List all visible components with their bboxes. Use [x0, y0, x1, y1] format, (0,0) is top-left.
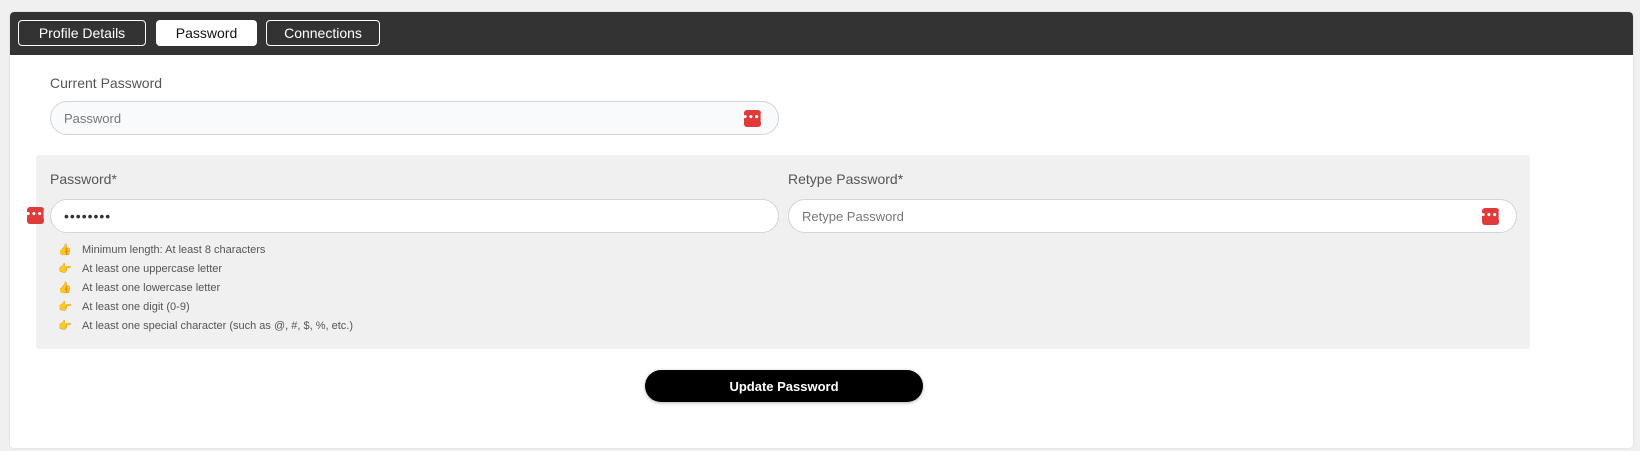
- requirement-item: 👍 At least one lowercase letter: [58, 281, 221, 294]
- thumbs-up-icon: 👍: [58, 243, 72, 256]
- new-password-input[interactable]: [64, 200, 764, 232]
- retype-password-label: Retype Password*: [788, 171, 904, 187]
- tab-bar: Profile Details Password Connections: [10, 12, 1633, 55]
- tab-password[interactable]: Password: [156, 20, 257, 46]
- current-password-label: Current Password: [50, 75, 163, 91]
- thumbs-up-icon: 👍: [58, 281, 72, 294]
- password-manager-icon[interactable]: •••|: [742, 110, 763, 127]
- pointing-right-icon: 👉: [58, 319, 72, 332]
- requirement-item: 👍 Minimum length: At least 8 characters: [58, 243, 266, 256]
- new-password-label: Password*: [50, 171, 117, 187]
- requirement-item: 👉 At least one special character (such a…: [58, 319, 354, 332]
- requirement-item: 👉 At least one uppercase letter: [58, 262, 223, 275]
- pointing-right-icon: 👉: [58, 262, 72, 275]
- new-password-field-wrapper: [50, 199, 779, 233]
- update-password-button[interactable]: Update Password: [645, 370, 923, 402]
- requirement-item: 👉 At least one digit (0-9): [58, 300, 190, 313]
- retype-password-field-wrapper: •••|: [788, 199, 1517, 233]
- tab-profile-details[interactable]: Profile Details: [18, 20, 146, 46]
- tab-connections[interactable]: Connections: [266, 20, 380, 46]
- pointing-right-icon: 👉: [58, 300, 72, 313]
- retype-password-input[interactable]: [802, 200, 1472, 232]
- current-password-field-wrapper: •••|: [50, 101, 779, 135]
- password-manager-icon[interactable]: •••|: [1480, 208, 1501, 225]
- password-manager-icon[interactable]: •••|: [25, 207, 46, 224]
- current-password-input[interactable]: [64, 102, 734, 134]
